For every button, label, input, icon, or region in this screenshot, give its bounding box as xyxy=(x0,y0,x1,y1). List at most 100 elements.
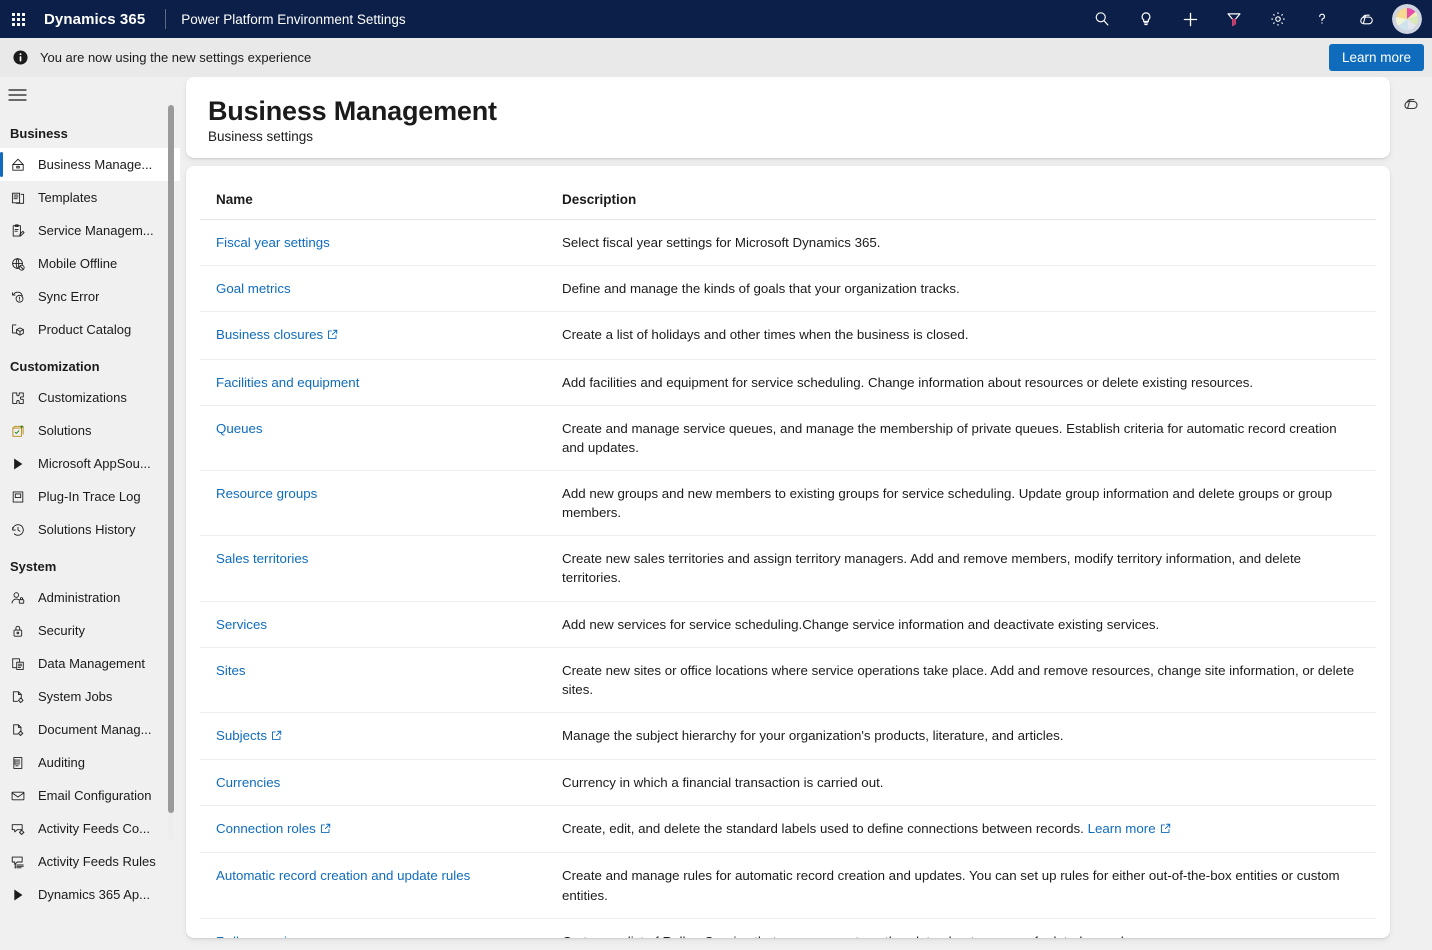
sidebar-item-administration[interactable]: Administration xyxy=(0,581,180,614)
brand-title[interactable]: Dynamics 365 xyxy=(44,11,145,28)
sidebar-item-activity-feeds-rules[interactable]: Activity Feeds Rules xyxy=(0,845,180,878)
description-text: Create and manage rules for automatic re… xyxy=(562,868,1340,902)
sidebar-item-label: Document Manag... xyxy=(38,722,151,737)
sidebar-item-product-catalog[interactable]: Product Catalog xyxy=(0,313,180,346)
table-cell-description: Create a list of holidays and other time… xyxy=(548,312,1376,359)
table-body: Fiscal year settingsSelect fiscal year s… xyxy=(200,220,1376,939)
sidebar-item-label: Activity Feeds Co... xyxy=(38,821,150,836)
table-cell-description: Add new groups and new members to existi… xyxy=(548,471,1376,536)
table-row: Connection rolesCreate, edit, and delete… xyxy=(200,806,1376,853)
page-subtitle: Business settings xyxy=(208,129,1368,144)
description-text: Manage the subject hierarchy for your or… xyxy=(562,728,1063,743)
table-cell-description: Add new services for service scheduling.… xyxy=(548,601,1376,647)
settings-link[interactable]: Currencies xyxy=(216,775,280,790)
sidebar-item-email-configuration[interactable]: Email Configuration xyxy=(0,779,180,812)
activity-feeds-rules-icon xyxy=(10,854,34,870)
settings-link[interactable]: Connection roles xyxy=(216,821,316,836)
sidebar-item-auditing[interactable]: Auditing xyxy=(0,746,180,779)
avatar[interactable] xyxy=(1392,4,1422,34)
external-link-icon xyxy=(327,326,338,345)
sidebar-item-customizations[interactable]: Customizations xyxy=(0,381,180,414)
table-cell-name: Subjects xyxy=(200,712,548,759)
settings-link[interactable]: Services xyxy=(216,617,267,632)
sidebar-item-business-manage[interactable]: Business Manage... xyxy=(0,148,180,181)
learn-more-button[interactable]: Learn more xyxy=(1329,44,1424,71)
settings-link[interactable]: Goal metrics xyxy=(216,281,291,296)
sidebar-item-dynamics-365-ap[interactable]: Dynamics 365 Ap... xyxy=(0,878,180,911)
sidebar-item-label: Solutions History xyxy=(38,522,136,537)
help-icon[interactable] xyxy=(1300,0,1344,38)
plus-icon[interactable] xyxy=(1168,0,1212,38)
email-configuration-icon xyxy=(10,788,34,804)
sidebar-item-mobile-offline[interactable]: Mobile Offline xyxy=(0,247,180,280)
lightbulb-icon[interactable] xyxy=(1124,0,1168,38)
filter-icon[interactable] xyxy=(1212,0,1256,38)
dynamics-apps-icon xyxy=(10,887,34,903)
table-cell-description: Create and manage service queues, and ma… xyxy=(548,405,1376,470)
hamburger-menu-button[interactable] xyxy=(0,77,180,113)
sidebar-item-plug-in-trace-log[interactable]: Plug-In Trace Log xyxy=(0,480,180,513)
sidebar-item-sync-error[interactable]: Sync Error xyxy=(0,280,180,313)
table-cell-description: Go to your list of Rollup Queries that y… xyxy=(548,918,1376,938)
document-management-icon xyxy=(10,722,34,738)
auditing-icon xyxy=(10,755,34,771)
column-header-description: Description xyxy=(548,166,1376,220)
settings-link[interactable]: Sales territories xyxy=(216,551,308,566)
sidebar-item-activity-feeds-co[interactable]: Activity Feeds Co... xyxy=(0,812,180,845)
settings-link[interactable]: Subjects xyxy=(216,728,267,743)
sidebar-item-data-management[interactable]: Data Management xyxy=(0,647,180,680)
settings-link[interactable]: Rollup queries xyxy=(216,934,301,938)
sidebar-item-label: Templates xyxy=(38,190,97,205)
mobile-offline-icon xyxy=(10,256,34,272)
sidebar-item-solutions-history[interactable]: Solutions History xyxy=(0,513,180,546)
app-launcher-button[interactable] xyxy=(0,0,36,38)
table-row: Resource groups Add new groups and new me… xyxy=(200,471,1376,536)
waffle-icon xyxy=(12,13,25,26)
table-row: Services Add new services for service sch… xyxy=(200,601,1376,647)
sidebar-item-system-jobs[interactable]: System Jobs xyxy=(0,680,180,713)
table-row: Business closures Create a list of holida… xyxy=(200,312,1376,359)
table-cell-name: Facilities and equipment xyxy=(200,359,548,405)
sidebar-item-microsoft-appsou[interactable]: Microsoft AppSou... xyxy=(0,447,180,480)
settings-link[interactable]: Sites xyxy=(216,663,246,678)
sidebar-scrollbar[interactable] xyxy=(168,105,174,840)
sidebar-item-service-managem[interactable]: Service Managem... xyxy=(0,214,180,247)
settings-link[interactable]: Fiscal year settings xyxy=(216,235,330,250)
description-text: Define and manage the kinds of goals tha… xyxy=(562,281,960,296)
copilot-icon[interactable] xyxy=(1344,0,1388,38)
settings-link[interactable]: Facilities and equipment xyxy=(216,375,359,390)
table-row: Queues Create and manage service queues, … xyxy=(200,405,1376,470)
appsource-icon xyxy=(10,456,34,472)
table-cell-description: Add facilities and equipment for service… xyxy=(548,359,1376,405)
sidebar-item-label: Auditing xyxy=(38,755,85,770)
app-shell: BusinessBusiness Manage...TemplatesServi… xyxy=(0,77,1432,950)
page-title: Business Management xyxy=(208,97,1368,126)
table-cell-name: Business closures xyxy=(200,312,548,359)
settings-link[interactable]: Resource groups xyxy=(216,486,317,501)
sidebar-item-solutions[interactable]: Solutions xyxy=(0,414,180,447)
security-icon xyxy=(10,623,34,639)
sidebar-item-security[interactable]: Security xyxy=(0,614,180,647)
sidebar-item-label: Solutions xyxy=(38,423,91,438)
table-row: Subjects Manage the subject hierarchy for… xyxy=(200,712,1376,759)
sidebar-item-label: Service Managem... xyxy=(38,223,154,238)
activity-feeds-config-icon xyxy=(10,821,34,837)
gear-icon[interactable] xyxy=(1256,0,1300,38)
external-link-icon xyxy=(271,727,282,746)
copilot-panel-icon[interactable] xyxy=(1396,89,1426,119)
settings-link[interactable]: Business closures xyxy=(216,327,323,342)
system-jobs-icon xyxy=(10,689,34,705)
table-header-row: Name Description xyxy=(200,166,1376,220)
description-text: Create new sites or office locations whe… xyxy=(562,663,1354,697)
sidebar-group-title: Customization xyxy=(0,346,180,381)
table-cell-description: Manage the subject hierarchy for your or… xyxy=(548,712,1376,759)
search-icon[interactable] xyxy=(1080,0,1124,38)
sidebar-item-templates[interactable]: Templates xyxy=(0,181,180,214)
sidebar: BusinessBusiness Manage...TemplatesServi… xyxy=(0,77,180,950)
settings-link[interactable]: Automatic record creation and update rul… xyxy=(216,868,470,883)
inline-learn-more-link[interactable]: Learn more xyxy=(1088,821,1156,836)
sidebar-item-document-manag[interactable]: Document Manag... xyxy=(0,713,180,746)
table-row: Fiscal year settingsSelect fiscal year s… xyxy=(200,220,1376,266)
settings-link[interactable]: Queues xyxy=(216,421,263,436)
description-text: Go to your list of Rollup Queries that y… xyxy=(562,934,1134,938)
